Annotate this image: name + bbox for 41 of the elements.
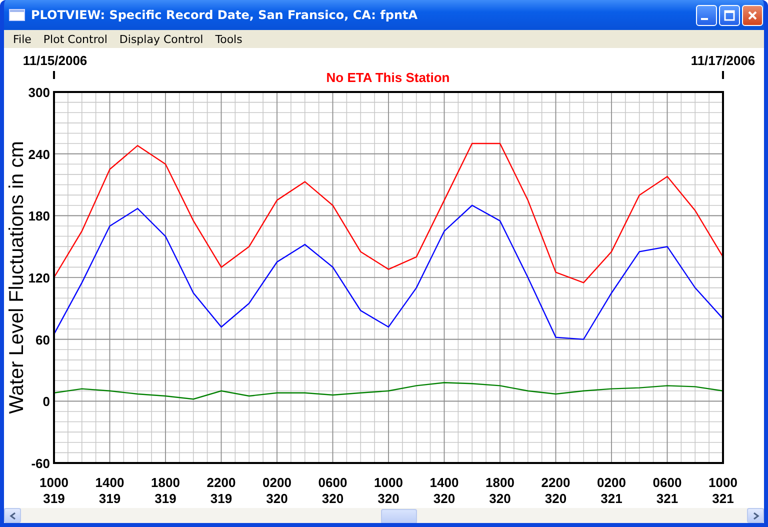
y-tick-label: 180 xyxy=(28,208,50,224)
window-icon xyxy=(9,9,25,21)
menu-item[interactable]: File xyxy=(7,32,38,46)
maximize-icon xyxy=(724,10,735,20)
minimize-button[interactable] xyxy=(696,4,717,26)
x-tick-label: 2200 319 xyxy=(206,475,236,506)
close-icon xyxy=(747,10,758,20)
x-tick-label: 0600 320 xyxy=(318,475,348,506)
date-label: 11/17/2006 xyxy=(690,53,756,68)
close-button[interactable] xyxy=(742,4,763,26)
x-tick-label: 1000 319 xyxy=(40,475,68,506)
menu-item[interactable]: Plot Control xyxy=(37,32,114,46)
x-tick-label: 1000 320 xyxy=(374,475,403,506)
date-tick-mark xyxy=(53,71,55,79)
minimize-icon xyxy=(701,18,708,20)
y-tick-label: 300 xyxy=(28,85,50,100)
scroll-right-button[interactable] xyxy=(747,508,764,523)
y-tick-label: 240 xyxy=(28,146,50,162)
x-tick-label: 1400 320 xyxy=(430,475,459,506)
maximize-button[interactable] xyxy=(719,4,740,26)
date-label: 11/15/2006 xyxy=(22,53,88,68)
x-tick-label: 2200 320 xyxy=(541,475,570,506)
chart-title: No ETA This Station xyxy=(326,70,450,85)
window-title: PLOTVIEW: Specific Record Date, San Fransico, CA: fpntA xyxy=(31,8,419,22)
x-tick-label: 0200 321 xyxy=(597,475,626,506)
y-axis-label: Water Level Fluctuations in cm xyxy=(6,141,28,414)
x-tick-label: 1800 319 xyxy=(151,475,180,506)
scroll-left-button[interactable] xyxy=(4,508,21,523)
x-tick-label: 1800 320 xyxy=(486,475,514,506)
scroll-thumb[interactable] xyxy=(381,509,417,523)
y-tick-label: 0 xyxy=(42,394,50,410)
date-tick-mark xyxy=(722,71,724,79)
x-tick-label: 1000 321 xyxy=(708,475,738,506)
x-tick-label: 1400 319 xyxy=(95,475,124,506)
y-tick-label: 120 xyxy=(28,270,50,286)
menu-item[interactable]: Tools xyxy=(209,32,248,46)
menu-item[interactable]: Display Control xyxy=(113,32,210,46)
x-tick-label: 0600 321 xyxy=(652,475,682,506)
y-tick-label: -60 xyxy=(31,456,50,471)
y-tick-label: 60 xyxy=(36,332,50,348)
x-tick-label: 0200 320 xyxy=(262,475,292,506)
